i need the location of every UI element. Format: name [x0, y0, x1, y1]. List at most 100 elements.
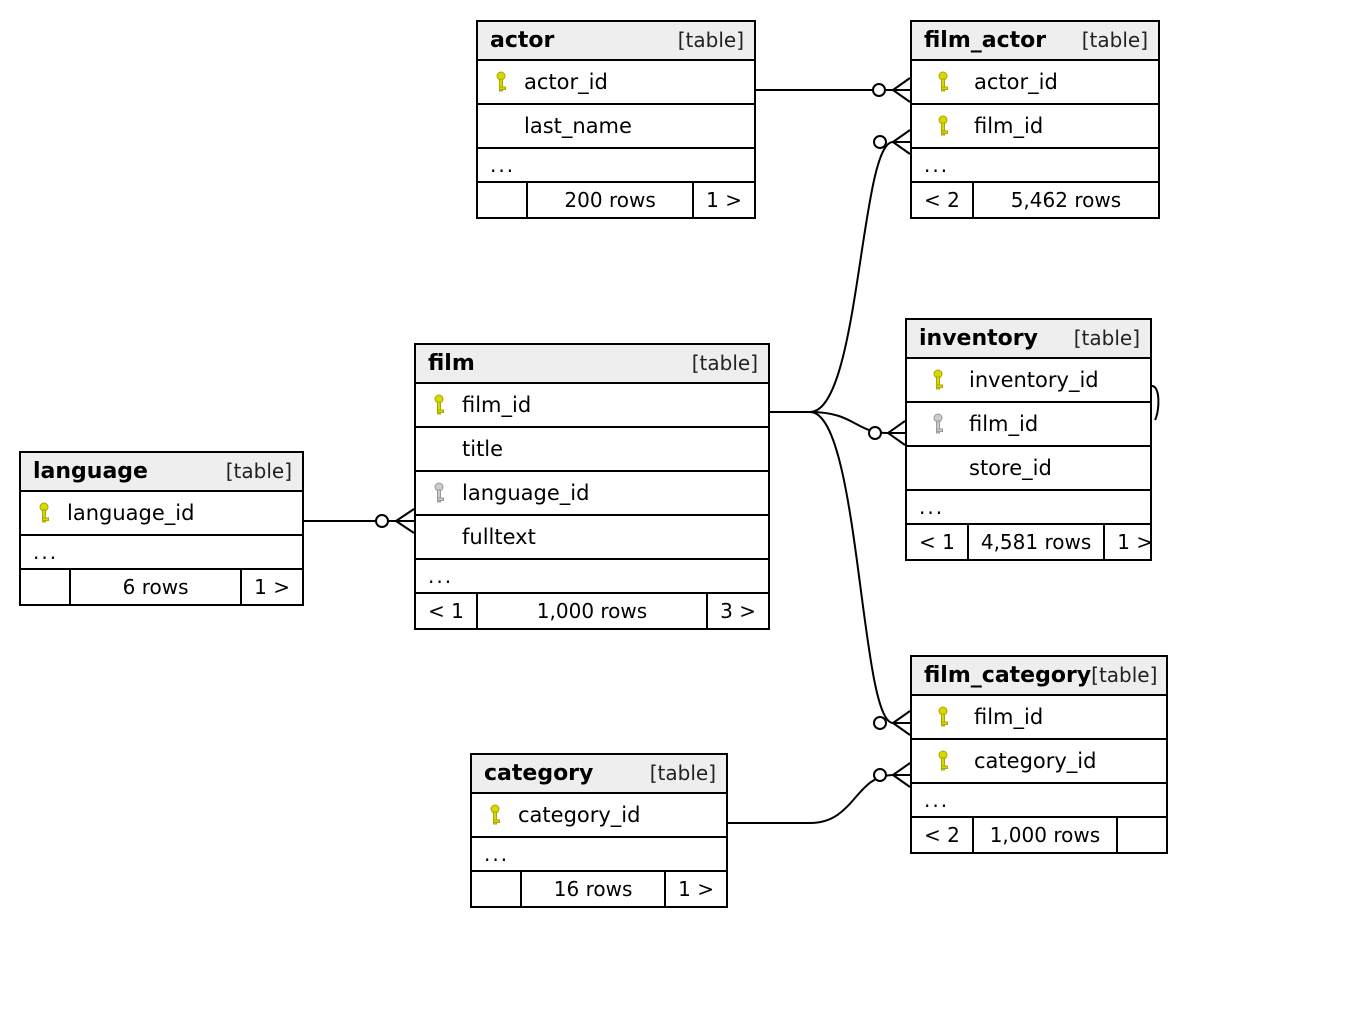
- table-name: actor: [490, 28, 554, 53]
- table-type-label: [table]: [1074, 326, 1140, 350]
- table-header: category [table]: [472, 755, 726, 794]
- column-row: film_id: [912, 105, 1158, 149]
- primary-key-icon: [33, 502, 55, 524]
- table-type-label: [table]: [650, 761, 716, 785]
- table-name: language: [33, 459, 148, 484]
- column-name: film_id: [462, 393, 758, 417]
- column-row: fulltext: [416, 516, 768, 560]
- table-type-label: [table]: [678, 28, 744, 52]
- ellipsis-row: ...: [416, 560, 768, 594]
- ellipsis-row: ...: [907, 491, 1150, 525]
- table-footer: 16 rows 1 >: [472, 872, 726, 906]
- footer-in: < 2: [912, 818, 974, 852]
- footer-rows: 16 rows: [522, 872, 666, 906]
- column-row: film_id: [912, 696, 1166, 740]
- table-name: inventory: [919, 326, 1038, 351]
- table-name: category: [484, 761, 593, 786]
- table-header: film_category [table]: [912, 657, 1166, 696]
- footer-out: 1 >: [1105, 525, 1165, 559]
- ellipsis-row: ...: [472, 838, 726, 872]
- column-name: film_id: [969, 412, 1140, 436]
- footer-out: 1 >: [242, 570, 302, 604]
- table-language: language [table] language_id ... 6 rows …: [19, 451, 304, 606]
- table-header: inventory [table]: [907, 320, 1150, 359]
- column-row: film_id: [907, 403, 1150, 447]
- table-name: film_category: [924, 663, 1091, 688]
- footer-out: 1 >: [666, 872, 726, 906]
- column-name: category_id: [974, 749, 1156, 773]
- footer-rows: 6 rows: [71, 570, 242, 604]
- column-row: film_id: [416, 384, 768, 428]
- table-type-label: [table]: [1091, 663, 1157, 687]
- column-name: actor_id: [524, 70, 744, 94]
- footer-in: [472, 872, 522, 906]
- column-row: last_name: [478, 105, 754, 149]
- primary-key-icon: [428, 394, 450, 416]
- footer-in: < 1: [416, 594, 478, 628]
- footer-rows: 1,000 rows: [974, 818, 1118, 852]
- ellipsis-row: ...: [21, 536, 302, 570]
- table-name: film_actor: [924, 28, 1046, 53]
- footer-in: [21, 570, 71, 604]
- column-name: language_id: [67, 501, 292, 525]
- primary-key-icon: [924, 750, 962, 772]
- table-footer: < 2 5,462 rows: [912, 183, 1158, 217]
- table-film: film [table] film_id title language_id f…: [414, 343, 770, 630]
- footer-rows: 4,581 rows: [969, 525, 1105, 559]
- table-header: actor [table]: [478, 22, 754, 61]
- table-film-category: film_category [table] film_id category_i…: [910, 655, 1168, 854]
- footer-in: < 1: [907, 525, 969, 559]
- column-name: category_id: [518, 803, 716, 827]
- footer-out: [1118, 818, 1166, 852]
- primary-key-icon: [924, 115, 962, 137]
- ellipsis-row: ...: [912, 149, 1158, 183]
- column-row: inventory_id: [907, 359, 1150, 403]
- column-name: title: [462, 437, 758, 461]
- table-footer: < 2 1,000 rows: [912, 818, 1166, 852]
- column-row: category_id: [912, 740, 1166, 784]
- footer-in: < 2: [912, 183, 974, 217]
- table-type-label: [table]: [226, 459, 292, 483]
- column-row: actor_id: [478, 61, 754, 105]
- column-name: film_id: [974, 114, 1148, 138]
- column-name: store_id: [969, 456, 1140, 480]
- foreign-key-icon: [919, 413, 957, 435]
- table-footer: 6 rows 1 >: [21, 570, 302, 604]
- primary-key-icon: [919, 369, 957, 391]
- foreign-key-icon: [428, 482, 450, 504]
- footer-out: 1 >: [694, 183, 754, 217]
- ellipsis-row: ...: [478, 149, 754, 183]
- table-header: film [table]: [416, 345, 768, 384]
- footer-in: [478, 183, 528, 217]
- table-actor: actor [table] actor_id last_name ... 200…: [476, 20, 756, 219]
- primary-key-icon: [490, 71, 512, 93]
- column-row: language_id: [416, 472, 768, 516]
- table-footer: 200 rows 1 >: [478, 183, 754, 217]
- column-name: language_id: [462, 481, 758, 505]
- column-name: film_id: [974, 705, 1156, 729]
- column-row: actor_id: [912, 61, 1158, 105]
- table-type-label: [table]: [1082, 28, 1148, 52]
- table-header: film_actor [table]: [912, 22, 1158, 61]
- table-type-label: [table]: [692, 351, 758, 375]
- column-row: category_id: [472, 794, 726, 838]
- column-name: actor_id: [974, 70, 1148, 94]
- column-row: store_id: [907, 447, 1150, 491]
- primary-key-icon: [924, 71, 962, 93]
- table-film-actor: film_actor [table] actor_id film_id ... …: [910, 20, 1160, 219]
- footer-rows: 1,000 rows: [478, 594, 708, 628]
- column-name: fulltext: [462, 525, 758, 549]
- table-footer: < 1 4,581 rows 1 >: [907, 525, 1150, 559]
- column-name: last_name: [524, 114, 744, 138]
- table-name: film: [428, 351, 475, 376]
- column-name: inventory_id: [969, 368, 1140, 392]
- table-category: category [table] category_id ... 16 rows…: [470, 753, 728, 908]
- table-footer: < 1 1,000 rows 3 >: [416, 594, 768, 628]
- ellipsis-row: ...: [912, 784, 1166, 818]
- footer-out: 3 >: [708, 594, 768, 628]
- column-row: title: [416, 428, 768, 472]
- footer-rows: 200 rows: [528, 183, 694, 217]
- primary-key-icon: [484, 804, 506, 826]
- footer-rows: 5,462 rows: [974, 183, 1158, 217]
- table-header: language [table]: [21, 453, 302, 492]
